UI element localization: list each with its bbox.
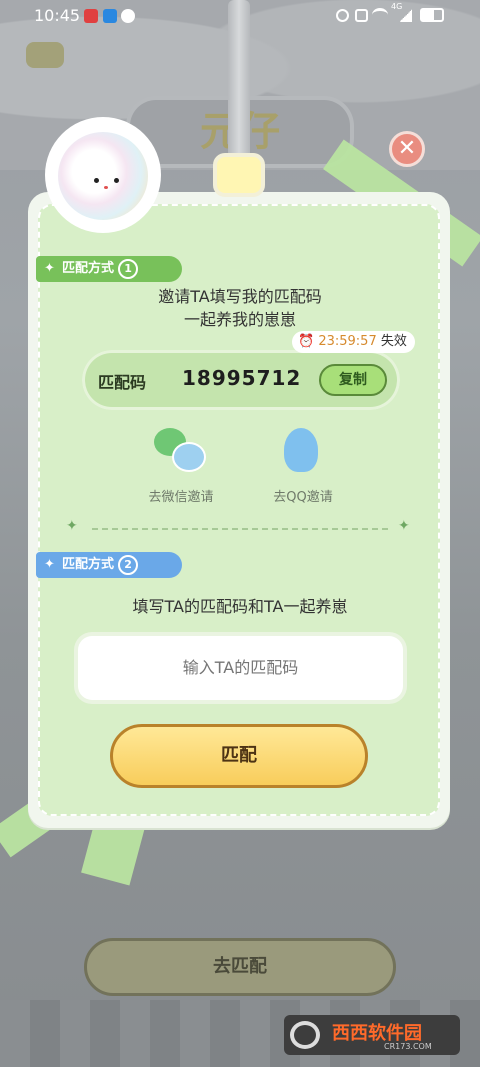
qq-icon: [284, 428, 318, 472]
method1-number: 1: [118, 258, 139, 279]
hanger-pole: [228, 0, 250, 160]
timer-value: 23:59:57: [318, 334, 377, 349]
match-button[interactable]: 匹配: [110, 724, 368, 788]
qq-invite-button[interactable]: 去QQ邀请: [262, 422, 344, 512]
method2-description: 填写TA的匹配码和TA一起养崽: [132, 597, 348, 616]
wechat-status-icon: [121, 9, 135, 23]
method1-line1: 邀请TA填写我的匹配码: [158, 287, 322, 306]
method2-number: 2: [118, 554, 139, 575]
watermark-logo-icon: [290, 1021, 320, 1049]
method2-label: 匹配方式: [62, 557, 115, 572]
method1-line2: 一起养我的崽崽: [183, 310, 296, 329]
match-code-input[interactable]: [78, 636, 403, 700]
pet-eye: [94, 178, 99, 183]
section-divider: [92, 528, 388, 530]
watermark: 西西软件园 CR173.COM: [284, 1015, 460, 1055]
notification-icon: [84, 9, 98, 23]
method1-ribbon: ✦ 匹配方式 1: [36, 256, 182, 282]
timer-suffix: 失效: [380, 334, 407, 349]
wechat-invite-button[interactable]: 去微信邀请: [140, 422, 222, 512]
sparkle-icon: ✦: [66, 518, 78, 534]
back-arrow-icon: [26, 42, 64, 68]
close-button[interactable]: ✕: [389, 131, 425, 167]
match-code-value: 18995712: [182, 366, 302, 390]
pet-body: [58, 132, 148, 220]
sparkle-icon: ✦: [44, 557, 55, 572]
go-match-button[interactable]: 去匹配: [84, 938, 396, 996]
method1-label: 匹配方式: [62, 261, 115, 276]
wechat-invite-label: 去微信邀请: [148, 490, 214, 505]
hanger-tag: [213, 153, 265, 197]
pet-mouth: [104, 186, 108, 189]
sparkle-icon: ✦: [398, 518, 410, 534]
alarm-icon: [336, 9, 349, 22]
close-icon: ✕: [397, 136, 417, 161]
signal-icon: [400, 9, 412, 22]
pet-avatar: [48, 120, 158, 230]
wifi-icon: [372, 8, 388, 22]
clock-icon: ⏰: [298, 334, 315, 349]
expiry-timer: ⏰ 23:59:57 失效: [292, 331, 415, 353]
wechat-icon: [154, 428, 206, 474]
pet-eye: [114, 178, 119, 183]
copy-button[interactable]: 复制: [319, 364, 387, 396]
status-time: 10:45: [34, 6, 81, 25]
sparkle-icon: ✦: [44, 261, 55, 276]
match-code-label: 匹配码: [98, 373, 147, 392]
watermark-subtext: CR173.COM: [384, 1042, 432, 1051]
method2-ribbon: ✦ 匹配方式 2: [36, 552, 182, 578]
qq-invite-label: 去QQ邀请: [273, 490, 333, 505]
battery-icon: [420, 8, 444, 22]
app-icon: [103, 9, 117, 23]
mute-icon: [355, 9, 368, 22]
